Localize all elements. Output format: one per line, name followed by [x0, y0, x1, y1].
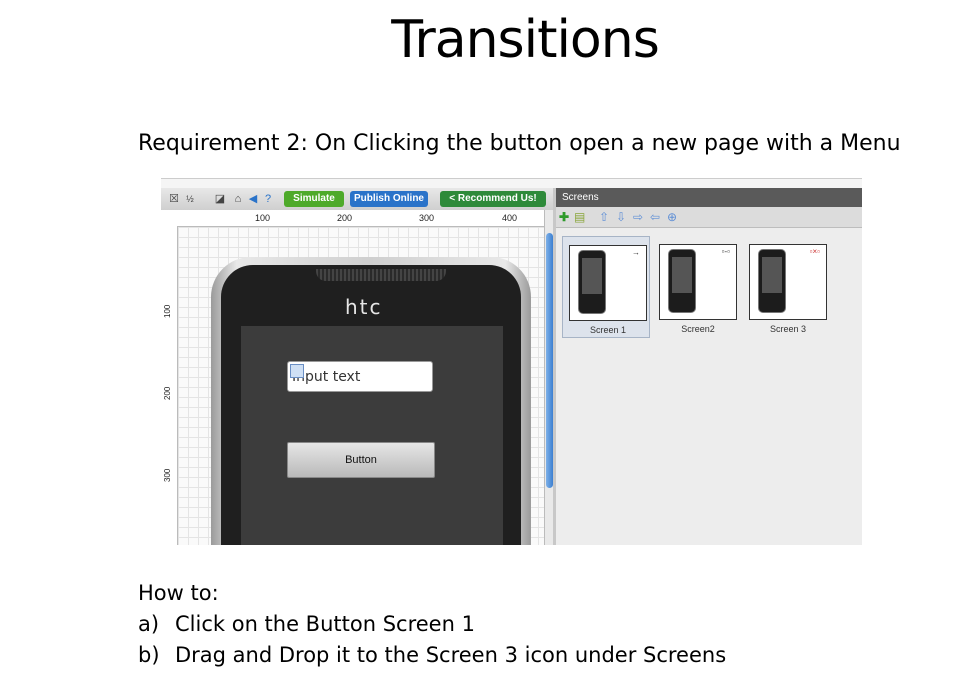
back-icon[interactable]: ◀ — [247, 193, 259, 205]
mini-phone-icon — [668, 249, 696, 313]
ruler-tick: 300 — [419, 213, 435, 223]
move-left-icon[interactable]: ⇦ — [650, 210, 660, 224]
transition-arrow-icon: → — [632, 248, 640, 257]
ruler-tick: 100 — [255, 213, 271, 223]
phone-brand: htc — [345, 295, 383, 319]
link-remove-icon: ▫×▫ — [809, 247, 820, 256]
phone-body: htc Input text Button — [221, 265, 521, 545]
mini-phone-icon — [578, 250, 606, 314]
screens-header: Screens — [556, 188, 862, 207]
slide-title: Transitions — [391, 10, 660, 70]
close-icon[interactable]: ☒ — [168, 193, 180, 205]
screen-thumb-frame: ▫×▫ — [749, 244, 827, 320]
screen-thumb-2[interactable]: ▫‐▫ Screen2 — [653, 236, 739, 336]
howto-heading: How to: — [138, 581, 219, 605]
scrollbar-thumb[interactable] — [546, 233, 553, 488]
screen-thumb-label: Screen 1 — [589, 325, 627, 335]
speaker-grille — [316, 269, 446, 281]
screens-toolbar: ✚ ▤ ⇧ ⇩ ⇨ ⇦ ⊕ — [556, 207, 862, 228]
recommend-us-button[interactable]: < Recommend Us! — [440, 191, 546, 207]
move-down-icon[interactable]: ⇩ — [616, 210, 626, 224]
mini-phone-icon — [758, 249, 786, 313]
ruler-tick: 300 — [163, 468, 172, 482]
phone-mockup: htc Input text Button — [211, 257, 531, 545]
screen-thumb-label: Screen 3 — [769, 324, 807, 334]
step-marker: b) — [138, 643, 160, 667]
input-text-widget[interactable]: Input text — [287, 361, 433, 392]
link-icon: ▫‐▫ — [721, 247, 730, 256]
ruler-tick: 100 — [163, 304, 172, 318]
requirement-text: Requirement 2: On Clicking the button op… — [138, 131, 901, 156]
toolbar: ☒ ½ ◪ ⌂ ◀ ? Simulate Publish Online < Re… — [161, 188, 553, 211]
step-text: Click on the Button Screen 1 — [175, 612, 475, 636]
screens-panel: Screens ✚ ▤ ⇧ ⇩ ⇨ ⇦ ⊕ → Screen 1 ▫‐▫ Scr… — [556, 188, 862, 545]
app-screenshot: ☒ ½ ◪ ⌂ ◀ ? Simulate Publish Online < Re… — [161, 178, 862, 545]
screen-thumb-1[interactable]: → Screen 1 — [562, 236, 650, 338]
step-item: a) Click on the Button Screen 1 — [138, 609, 726, 640]
howto-section: How to: a) Click on the Button Screen 1 … — [138, 578, 726, 671]
screen-thumb-3[interactable]: ▫×▫ Screen 3 — [743, 236, 829, 336]
screen-thumb-frame: ▫‐▫ — [659, 244, 737, 320]
button-widget[interactable]: Button — [287, 442, 435, 478]
ruler-top: 100 200 300 400 — [161, 210, 544, 227]
home-icon[interactable]: ⌂ — [232, 193, 244, 205]
share-icon: < — [449, 193, 456, 204]
move-up-icon[interactable]: ⇧ — [599, 210, 609, 224]
step-text: Drag and Drop it to the Screen 3 icon un… — [175, 643, 727, 667]
ruler-tick: 400 — [502, 213, 518, 223]
ruler-tick: 200 — [337, 213, 353, 223]
resize-icon[interactable]: ◪ — [214, 193, 226, 205]
ruler-tick: 200 — [163, 386, 172, 400]
design-canvas[interactable]: htc Input text Button — [178, 227, 544, 545]
phone-screen[interactable]: Input text Button — [241, 326, 503, 545]
move-right-icon[interactable]: ⇨ — [633, 210, 643, 224]
step-item: b) Drag and Drop it to the Screen 3 icon… — [138, 640, 726, 671]
add-screen-icon[interactable]: ✚ — [559, 210, 569, 224]
publish-online-button[interactable]: Publish Online — [350, 191, 428, 207]
step-marker: a) — [138, 612, 160, 636]
selection-handle-icon[interactable] — [290, 364, 304, 378]
add-circle-icon[interactable]: ⊕ — [667, 210, 677, 224]
zoom-label[interactable]: ½ — [184, 193, 196, 205]
recommend-us-label: Recommend Us! — [457, 193, 537, 204]
simulate-button[interactable]: Simulate — [284, 191, 344, 207]
ruler-left: 100 200 300 — [161, 226, 178, 545]
screen-thumb-frame: → — [569, 245, 647, 321]
duplicate-screen-icon[interactable]: ▤ — [574, 210, 585, 224]
help-icon[interactable]: ? — [262, 193, 274, 205]
screen-thumb-label: Screen2 — [681, 324, 715, 334]
